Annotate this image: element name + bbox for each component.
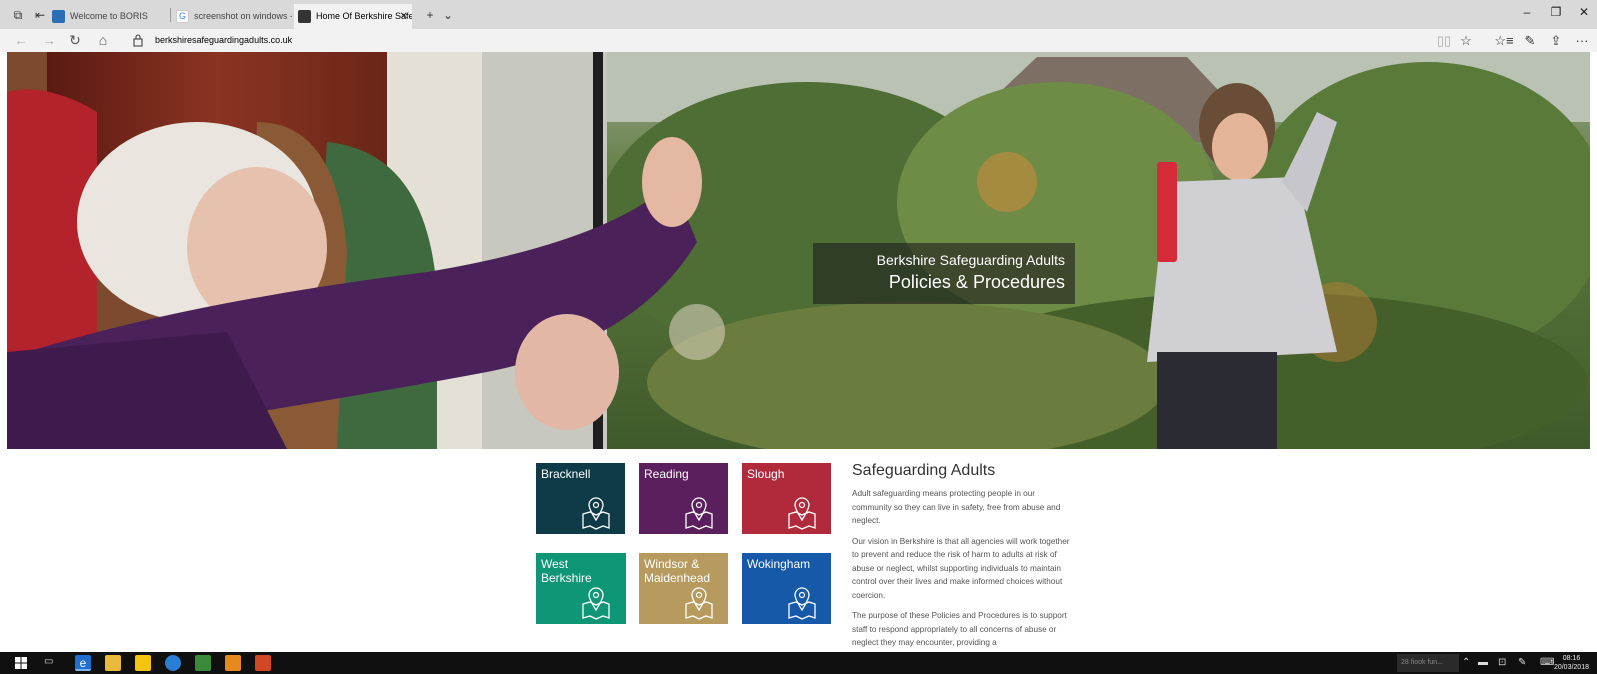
area-tile-label: Bracknell bbox=[541, 467, 591, 481]
skype-icon[interactable] bbox=[165, 655, 181, 671]
close-window-icon[interactable]: ✕ bbox=[1569, 5, 1597, 19]
close-tab-icon[interactable]: ✕ bbox=[400, 4, 408, 29]
file-explorer-icon[interactable] bbox=[105, 655, 121, 671]
map-pin-icon bbox=[788, 497, 816, 530]
area-tile-label: Wokingham bbox=[747, 557, 811, 571]
area-tile-label: Windsor & Maidenhead bbox=[644, 557, 711, 585]
maps-app-icon[interactable] bbox=[195, 655, 211, 671]
windows-taskbar: ▭ e 28 fiook fun... ⌃ ▬ ⊡ ✎ ⌨ 08:16 20/0… bbox=[0, 652, 1597, 674]
tab-divider bbox=[170, 8, 171, 22]
tab-title: Welcome to BORIS bbox=[70, 11, 148, 21]
sticky-notes-icon[interactable] bbox=[135, 655, 151, 671]
purpose-paragraph: The purpose of these Policies and Proced… bbox=[852, 611, 1067, 647]
pen-workspace-icon[interactable]: ✎ bbox=[1518, 657, 1526, 668]
favorite-star-icon[interactable]: ☆ bbox=[1456, 31, 1476, 50]
map-pin-icon bbox=[582, 587, 610, 620]
home-icon[interactable]: ⌂ bbox=[92, 31, 114, 50]
show-hidden-icons-icon[interactable]: ⌃ bbox=[1462, 657, 1470, 668]
url-field[interactable]: berkshiresafeguardingadults.co.uk bbox=[155, 33, 292, 48]
minimize-icon[interactable]: – bbox=[1512, 5, 1542, 19]
task-view-icon[interactable]: ▭ bbox=[44, 656, 53, 667]
hero-title-line-1: Berkshire Safeguarding Adults bbox=[876, 252, 1065, 268]
back-arrow-icon[interactable]: ← bbox=[10, 31, 32, 50]
area-tile-label: West Berkshire bbox=[541, 557, 592, 585]
address-bar: ← → ↻ ⌂ berkshiresafeguardingadults.co.u… bbox=[0, 29, 1597, 52]
hero-caption: Berkshire Safeguarding Adults Policies &… bbox=[813, 243, 1075, 304]
intro-paragraph: Adult safeguarding means protecting peop… bbox=[852, 489, 1061, 525]
tab-google-search[interactable]: G screenshot on windows - Go bbox=[172, 4, 292, 29]
clock-time: 08:16 bbox=[1562, 655, 1581, 662]
powerpoint-icon[interactable] bbox=[255, 655, 271, 671]
new-tab-icon[interactable]: + bbox=[422, 7, 438, 23]
outlook-icon[interactable] bbox=[225, 655, 241, 671]
intro-section: Safeguarding Adults Adult safeguarding m… bbox=[852, 461, 1074, 657]
clock-date: 20/03/2018 bbox=[1553, 664, 1589, 671]
tab-welcome-boris[interactable]: Welcome to BORIS bbox=[48, 4, 166, 29]
restore-icon[interactable]: ❐ bbox=[1541, 5, 1571, 19]
area-tile-label: Reading bbox=[644, 467, 689, 481]
hero-title-line-2: Policies & Procedures bbox=[888, 272, 1065, 292]
tab-berkshire[interactable]: Home Of Berkshire Safe ✕ bbox=[294, 4, 412, 29]
section-heading: Safeguarding Adults bbox=[852, 462, 996, 479]
share-icon[interactable]: ⇪ bbox=[1546, 31, 1566, 50]
vision-paragraph: Our vision in Berkshire is that all agen… bbox=[852, 536, 1070, 600]
reading-view-icon[interactable]: ▯▯ bbox=[1434, 31, 1454, 50]
area-tile-wokingham[interactable]: Wokingham bbox=[742, 553, 831, 624]
google-favicon-icon: G bbox=[176, 10, 189, 23]
battery-icon[interactable]: ▬ bbox=[1478, 657, 1488, 668]
area-tile-slough[interactable]: Slough bbox=[742, 463, 831, 534]
tab-bar: ⧉ ⇤ Welcome to BORIS G screenshot on win… bbox=[0, 0, 1597, 29]
tab-actions-icon[interactable]: ⧉ bbox=[10, 7, 26, 23]
area-tile-reading[interactable]: Reading bbox=[639, 463, 728, 534]
area-tile-windsor-maidenhead[interactable]: Windsor & Maidenhead bbox=[639, 553, 728, 624]
keyboard-icon[interactable]: ⌨ bbox=[1540, 657, 1554, 668]
site-favicon-icon bbox=[298, 10, 311, 23]
map-pin-icon bbox=[685, 497, 713, 530]
windows-start-icon[interactable] bbox=[15, 657, 27, 669]
area-tile-west-berkshire[interactable]: West Berkshire bbox=[536, 553, 626, 624]
notification-preview[interactable]: 28 fiook fun... bbox=[1397, 654, 1459, 672]
tab-title: Home Of Berkshire Safe bbox=[316, 11, 412, 21]
area-tile-bracknell[interactable]: Bracknell bbox=[536, 463, 625, 534]
refresh-icon[interactable]: ↻ bbox=[64, 31, 86, 50]
edge-taskbar-icon[interactable]: e bbox=[75, 655, 91, 671]
favorites-hub-icon[interactable]: ☆≡ bbox=[1494, 31, 1514, 50]
web-note-pen-icon[interactable]: ✎ bbox=[1520, 31, 1540, 50]
tab-preview-chevron-icon[interactable]: ⌄ bbox=[440, 7, 456, 23]
hero-banner: Berkshire Safeguarding Adults Policies &… bbox=[7, 52, 1590, 449]
hero-photo bbox=[7, 52, 1590, 449]
area-tile-label: Slough bbox=[747, 467, 785, 481]
boris-favicon-icon bbox=[52, 10, 65, 23]
forward-arrow-icon[interactable]: → bbox=[38, 31, 60, 50]
set-aside-tabs-icon[interactable]: ⇤ bbox=[32, 7, 48, 23]
network-icon[interactable]: ⊡ bbox=[1498, 657, 1506, 668]
system-clock[interactable]: 08:16 20/03/2018 bbox=[1554, 654, 1589, 672]
browser-window: ⧉ ⇤ Welcome to BORIS G screenshot on win… bbox=[0, 0, 1597, 674]
map-pin-icon bbox=[685, 587, 713, 620]
tab-title: screenshot on windows - Go bbox=[194, 11, 292, 21]
map-pin-icon bbox=[582, 497, 610, 530]
map-pin-icon bbox=[788, 587, 816, 620]
more-menu-icon[interactable]: ··· bbox=[1572, 31, 1592, 50]
lock-icon bbox=[133, 34, 143, 47]
